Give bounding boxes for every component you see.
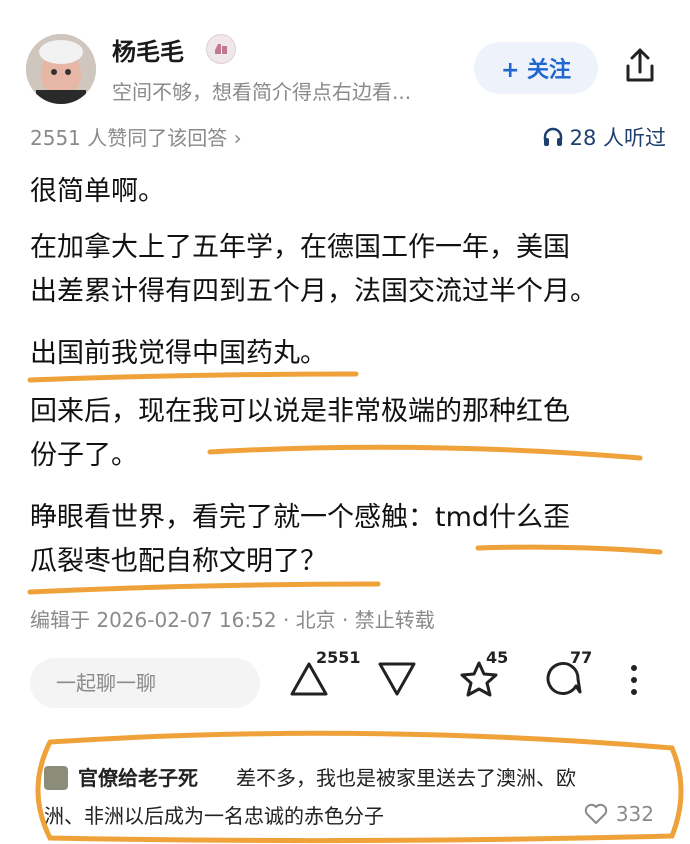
user-bio[interactable]: 空间不够，想看简介得点右边看...	[112, 76, 411, 105]
share-icon[interactable]	[618, 44, 662, 88]
comment-like-count: 332	[615, 802, 654, 826]
downvote-button[interactable]	[374, 656, 420, 706]
favorite-button[interactable]: 45	[456, 648, 508, 706]
listeners-label: 28 人听过	[569, 126, 666, 150]
paragraph-1: 很简单啊。	[30, 170, 165, 214]
more-icon	[631, 665, 637, 695]
paragraph-line: 很简单啊。	[30, 176, 165, 207]
likes-summary[interactable]: 2551 人赞同了该回答 ›	[30, 122, 242, 151]
upvote-button[interactable]: 2551	[286, 648, 361, 706]
paragraph-3: 出国前我觉得中国药丸。	[30, 332, 327, 376]
avatar[interactable]	[26, 34, 96, 104]
paragraph-line: 份子了。	[30, 440, 138, 471]
comment-username[interactable]: 官僚给老子死	[78, 762, 198, 791]
paragraph-line: 出差累计得有四到五个月，法国交流过半个月。	[30, 276, 597, 307]
follow-button[interactable]: + 关注	[474, 42, 598, 94]
username[interactable]: 杨毛毛	[112, 32, 184, 67]
paragraph-4: 回来后，现在我可以说是非常极端的那种红色 份子了。	[30, 390, 570, 478]
answer-meta: 2551 人赞同了该回答 › 28 人听过	[30, 122, 666, 152]
listeners-count[interactable]: 28 人听过	[542, 122, 666, 152]
paragraph-line: 出国前我觉得中国药丸。	[30, 338, 327, 369]
comment-button[interactable]: 77	[540, 648, 592, 706]
downvote-icon	[378, 662, 416, 696]
highlight-underline	[27, 581, 381, 595]
chat-input[interactable]: 一起聊一聊	[30, 658, 260, 708]
comment-count: 77	[570, 648, 593, 667]
answer-header: 杨毛毛 空间不够，想看简介得点右边看... + 关注	[0, 0, 690, 118]
paragraph-5: 睁眼看世界，看完了就一个感触：tmd什么歪 瓜裂枣也配自称文明了？	[30, 496, 570, 584]
comment-text: 洲、非洲以后成为一名忠诚的赤色分子	[44, 804, 384, 828]
paragraph-2: 在加拿大上了五年学，在德国工作一年，美国 出差累计得有四到五个月，法国交流过半个…	[30, 226, 597, 314]
more-button[interactable]	[622, 660, 646, 704]
paragraph-line: 回来后，现在我可以说是非常极端的那种红色	[30, 396, 570, 427]
star-count: 45	[486, 648, 509, 667]
comment-text: 差不多，我也是被家里送去了澳洲、欧	[236, 766, 576, 790]
badge-icon	[206, 34, 236, 64]
heart-icon	[584, 803, 608, 824]
upvote-count: 2551	[316, 648, 361, 667]
comment-avatar[interactable]	[44, 766, 68, 790]
paragraph-line: 在加拿大上了五年学，在德国工作一年，美国	[30, 232, 570, 263]
edit-info: 编辑于 2026-02-07 16:52 · 北京 · 禁止转载	[30, 608, 435, 632]
paragraph-line: 睁眼看世界，看完了就一个感触：tmd什么歪	[30, 502, 571, 533]
paragraph-line: 瓜裂枣也配自称文明了？	[30, 546, 327, 577]
comment-like-button[interactable]: 332	[584, 802, 654, 826]
headphones-icon	[543, 127, 562, 146]
